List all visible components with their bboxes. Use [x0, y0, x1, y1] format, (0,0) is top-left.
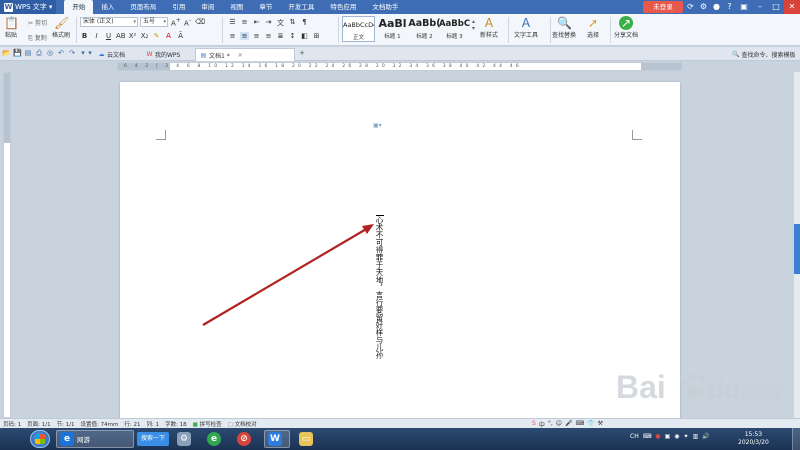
taskbar-wps[interactable]: W [264, 430, 290, 448]
clock-time: 15:53 [744, 431, 763, 438]
taskbar-app-2[interactable]: ⚙ [174, 430, 194, 448]
tray-app-icon[interactable]: ▣ [665, 433, 671, 440]
lang-indicator[interactable]: CH [630, 433, 639, 440]
tool-icon: ⚙ [177, 432, 191, 446]
svg-text:Bai: Bai [616, 369, 666, 405]
status-word-count[interactable]: 字数: 18 [165, 420, 187, 428]
wps-writer-icon: W [268, 432, 282, 446]
clock-date: 2020/3/20 [738, 439, 769, 446]
status-pages: 页面: 1/1 [27, 421, 51, 428]
status-position: 设置值: 74mm [80, 421, 119, 428]
taskbar-explorer[interactable]: ▭ [296, 430, 322, 448]
status-line: 行: 21 [124, 421, 141, 428]
spellcheck-label: 拼写检查 [199, 421, 222, 428]
volume-icon[interactable]: 🔊 [702, 433, 709, 440]
show-desktop-button[interactable] [792, 428, 800, 450]
status-column: 列: 1 [146, 421, 160, 428]
svg-text:du: du [708, 374, 740, 404]
ie-icon: e [60, 432, 74, 446]
taskbar: e 网游 搜索一下 ⚙ e ⊘ W ▭ CH ⌨ ● ▣ ◉ ✦ ▥ 🔊 15:… [0, 428, 800, 450]
taskbar-app-4[interactable]: ⊘ [234, 430, 254, 448]
taskbar-search-button[interactable]: 搜索一下 [137, 432, 169, 446]
svg-text:经验: 经验 [742, 379, 782, 403]
status-bar: 页码: 1 页面: 1/1 节: 1/1 设置值: 74mm 行: 21 列: … [0, 418, 800, 429]
system-tray: CH ⌨ ● ▣ ◉ ✦ ▥ 🔊 [630, 433, 710, 440]
tray-app-icon[interactable]: ◉ [674, 433, 679, 440]
vertical-scrollbar[interactable] [794, 72, 800, 418]
taskbar-app-3[interactable]: e [204, 430, 224, 448]
media-icon: ⊘ [237, 432, 251, 446]
windows-logo-icon [35, 434, 45, 444]
browser-label: 网游 [77, 436, 90, 444]
proofread-label: 文档校对 [234, 421, 257, 428]
tray-app-icon[interactable]: ● [655, 433, 660, 440]
scroll-thumb[interactable] [794, 224, 800, 274]
folder-icon: ▭ [299, 432, 313, 446]
status-spellcheck[interactable]: ■ 拼写检查 [193, 420, 222, 428]
status-page: 页码: 1 [3, 421, 22, 428]
start-button[interactable] [30, 430, 50, 448]
status-section: 节: 1/1 [56, 421, 75, 428]
keyboard-icon[interactable]: ⌨ [643, 433, 652, 440]
tray-app-icon[interactable]: ✦ [684, 433, 689, 440]
clock[interactable]: 15:53 2020/3/20 [738, 431, 769, 447]
baidu-jingyan-watermark: Bai du 经验 [616, 369, 782, 405]
network-icon[interactable]: ▥ [693, 433, 699, 440]
taskbar-browser[interactable]: e 网游 [56, 430, 134, 448]
status-proofread[interactable]: □ 文档校对 [228, 420, 257, 428]
browser-360-icon: e [207, 432, 221, 446]
